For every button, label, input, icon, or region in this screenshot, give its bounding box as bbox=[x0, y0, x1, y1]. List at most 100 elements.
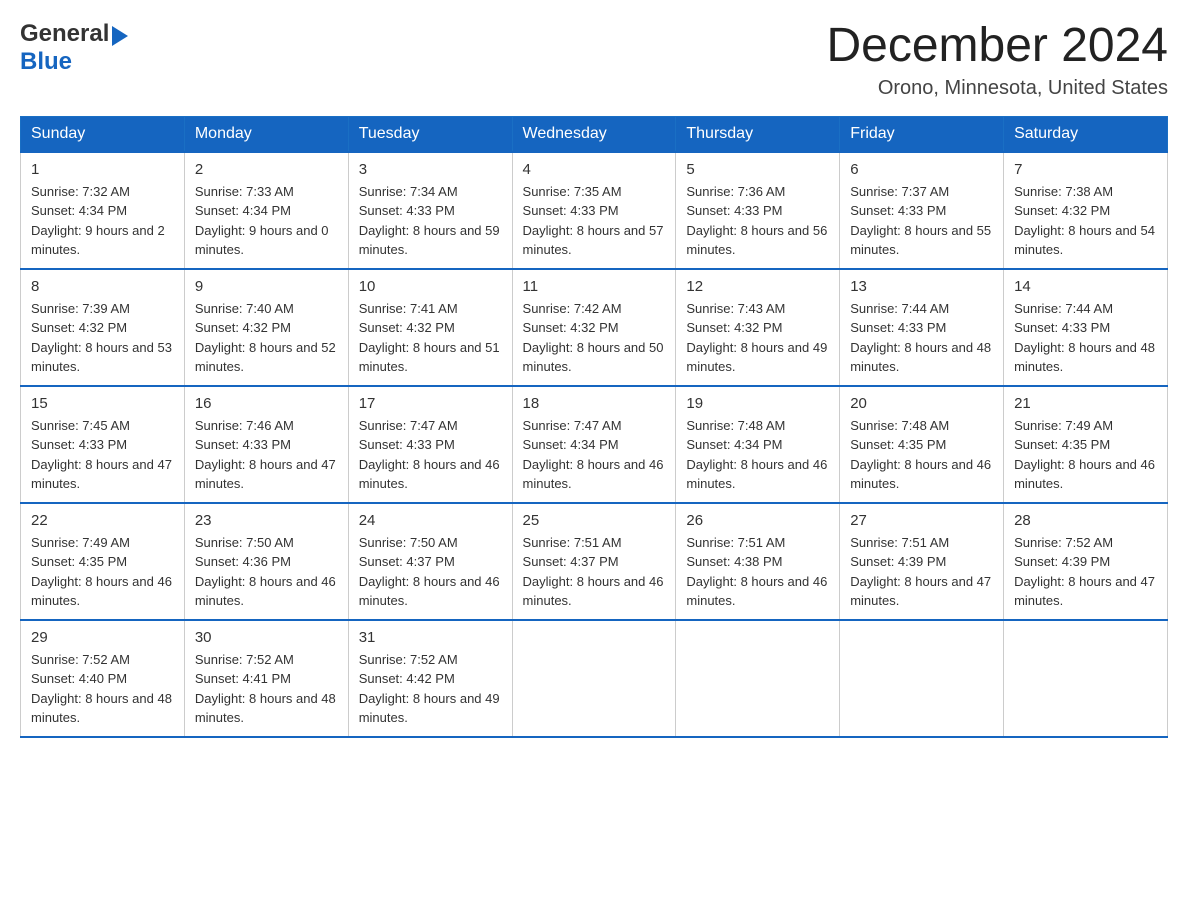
calendar-cell: 31 Sunrise: 7:52 AMSunset: 4:42 PMDayligh… bbox=[348, 620, 512, 737]
calendar-cell: 5 Sunrise: 7:36 AMSunset: 4:33 PMDaylight… bbox=[676, 152, 840, 269]
day-info: Sunrise: 7:46 AMSunset: 4:33 PMDaylight:… bbox=[195, 416, 338, 494]
day-info: Sunrise: 7:41 AMSunset: 4:32 PMDaylight:… bbox=[359, 299, 502, 377]
day-number: 28 bbox=[1014, 512, 1157, 529]
day-info: Sunrise: 7:48 AMSunset: 4:35 PMDaylight:… bbox=[850, 416, 993, 494]
day-number: 19 bbox=[686, 395, 829, 412]
day-info: Sunrise: 7:32 AMSunset: 4:34 PMDaylight:… bbox=[31, 182, 174, 260]
calendar-cell: 23 Sunrise: 7:50 AMSunset: 4:36 PMDayligh… bbox=[184, 503, 348, 620]
day-number: 20 bbox=[850, 395, 993, 412]
day-info: Sunrise: 7:43 AMSunset: 4:32 PMDaylight:… bbox=[686, 299, 829, 377]
calendar-cell: 13 Sunrise: 7:44 AMSunset: 4:33 PMDayligh… bbox=[840, 269, 1004, 386]
calendar-cell: 28Sunrise: 7:52 AMSunset: 4:39 PMDayligh… bbox=[1004, 503, 1168, 620]
calendar-header-row: Sunday Monday Tuesday Wednesday Thursday… bbox=[21, 116, 1168, 152]
day-info: Sunrise: 7:49 AMSunset: 4:35 PMDaylight:… bbox=[31, 533, 174, 611]
day-info: Sunrise: 7:50 AMSunset: 4:37 PMDaylight:… bbox=[359, 533, 502, 611]
day-number: 26 bbox=[686, 512, 829, 529]
day-number: 15 bbox=[31, 395, 174, 412]
day-number: 24 bbox=[359, 512, 502, 529]
calendar-cell: 15 Sunrise: 7:45 AMSunset: 4:33 PMDayligh… bbox=[21, 386, 185, 503]
calendar-cell: 10 Sunrise: 7:41 AMSunset: 4:32 PMDayligh… bbox=[348, 269, 512, 386]
calendar-cell: 27Sunrise: 7:51 AMSunset: 4:39 PMDayligh… bbox=[840, 503, 1004, 620]
day-info: Sunrise: 7:44 AMSunset: 4:33 PMDaylight:… bbox=[1014, 299, 1157, 377]
calendar-cell: 30 Sunrise: 7:52 AMSunset: 4:41 PMDayligh… bbox=[184, 620, 348, 737]
calendar-cell: 24 Sunrise: 7:50 AMSunset: 4:37 PMDayligh… bbox=[348, 503, 512, 620]
calendar-cell: 26 Sunrise: 7:51 AMSunset: 4:38 PMDayligh… bbox=[676, 503, 840, 620]
day-number: 6 bbox=[850, 161, 993, 178]
day-number: 11 bbox=[523, 278, 666, 295]
calendar-cell bbox=[676, 620, 840, 737]
calendar-cell: 1 Sunrise: 7:32 AMSunset: 4:34 PMDaylight… bbox=[21, 152, 185, 269]
day-info: Sunrise: 7:48 AMSunset: 4:34 PMDaylight:… bbox=[686, 416, 829, 494]
day-number: 10 bbox=[359, 278, 502, 295]
calendar-cell: 17 Sunrise: 7:47 AMSunset: 4:33 PMDayligh… bbox=[348, 386, 512, 503]
day-info: Sunrise: 7:50 AMSunset: 4:36 PMDaylight:… bbox=[195, 533, 338, 611]
calendar-cell: 11 Sunrise: 7:42 AMSunset: 4:32 PMDayligh… bbox=[512, 269, 676, 386]
day-number: 29 bbox=[31, 629, 174, 646]
logo: General Blue bbox=[20, 20, 131, 76]
day-number: 5 bbox=[686, 161, 829, 178]
day-number: 8 bbox=[31, 278, 174, 295]
day-number: 22 bbox=[31, 512, 174, 529]
calendar-cell bbox=[1004, 620, 1168, 737]
calendar-week-row: 15 Sunrise: 7:45 AMSunset: 4:33 PMDayligh… bbox=[21, 386, 1168, 503]
day-info: Sunrise: 7:37 AMSunset: 4:33 PMDaylight:… bbox=[850, 182, 993, 260]
day-number: 12 bbox=[686, 278, 829, 295]
page-header: General Blue December 2024 Orono, Minnes… bbox=[20, 20, 1168, 100]
day-number: 9 bbox=[195, 278, 338, 295]
title-section: December 2024 Orono, Minnesota, United S… bbox=[826, 20, 1168, 100]
calendar-cell: 7 Sunrise: 7:38 AMSunset: 4:32 PMDaylight… bbox=[1004, 152, 1168, 269]
header-saturday: Saturday bbox=[1004, 116, 1168, 152]
day-info: Sunrise: 7:51 AMSunset: 4:37 PMDaylight:… bbox=[523, 533, 666, 611]
day-number: 1 bbox=[31, 161, 174, 178]
day-info: Sunrise: 7:33 AMSunset: 4:34 PMDaylight:… bbox=[195, 182, 338, 260]
calendar-week-row: 1 Sunrise: 7:32 AMSunset: 4:34 PMDaylight… bbox=[21, 152, 1168, 269]
logo-blue-text: Blue bbox=[20, 48, 72, 75]
day-info: Sunrise: 7:52 AMSunset: 4:42 PMDaylight:… bbox=[359, 650, 502, 728]
calendar-cell bbox=[512, 620, 676, 737]
day-number: 7 bbox=[1014, 161, 1157, 178]
calendar-cell: 14 Sunrise: 7:44 AMSunset: 4:33 PMDayligh… bbox=[1004, 269, 1168, 386]
calendar-cell: 9 Sunrise: 7:40 AMSunset: 4:32 PMDaylight… bbox=[184, 269, 348, 386]
day-info: Sunrise: 7:38 AMSunset: 4:32 PMDaylight:… bbox=[1014, 182, 1157, 260]
location-subtitle: Orono, Minnesota, United States bbox=[826, 77, 1168, 100]
day-info: Sunrise: 7:49 AMSunset: 4:35 PMDaylight:… bbox=[1014, 416, 1157, 494]
day-info: Sunrise: 7:40 AMSunset: 4:32 PMDaylight:… bbox=[195, 299, 338, 377]
day-info: Sunrise: 7:45 AMSunset: 4:33 PMDaylight:… bbox=[31, 416, 174, 494]
day-info: Sunrise: 7:44 AMSunset: 4:33 PMDaylight:… bbox=[850, 299, 993, 377]
calendar-cell: 22 Sunrise: 7:49 AMSunset: 4:35 PMDayligh… bbox=[21, 503, 185, 620]
calendar-cell: 12 Sunrise: 7:43 AMSunset: 4:32 PMDayligh… bbox=[676, 269, 840, 386]
logo-general-text: General bbox=[20, 20, 109, 48]
day-number: 13 bbox=[850, 278, 993, 295]
calendar-cell: 2 Sunrise: 7:33 AMSunset: 4:34 PMDaylight… bbox=[184, 152, 348, 269]
day-info: Sunrise: 7:42 AMSunset: 4:32 PMDaylight:… bbox=[523, 299, 666, 377]
calendar-week-row: 8Sunrise: 7:39 AMSunset: 4:32 PMDaylight… bbox=[21, 269, 1168, 386]
day-number: 30 bbox=[195, 629, 338, 646]
day-info: Sunrise: 7:52 AMSunset: 4:41 PMDaylight:… bbox=[195, 650, 338, 728]
day-number: 17 bbox=[359, 395, 502, 412]
day-number: 31 bbox=[359, 629, 502, 646]
day-number: 3 bbox=[359, 161, 502, 178]
header-friday: Friday bbox=[840, 116, 1004, 152]
day-number: 27 bbox=[850, 512, 993, 529]
calendar-cell: 4Sunrise: 7:35 AMSunset: 4:33 PMDaylight… bbox=[512, 152, 676, 269]
day-number: 16 bbox=[195, 395, 338, 412]
header-wednesday: Wednesday bbox=[512, 116, 676, 152]
calendar-cell: 3 Sunrise: 7:34 AMSunset: 4:33 PMDaylight… bbox=[348, 152, 512, 269]
day-number: 2 bbox=[195, 161, 338, 178]
day-info: Sunrise: 7:36 AMSunset: 4:33 PMDaylight:… bbox=[686, 182, 829, 260]
calendar-cell: 21Sunrise: 7:49 AMSunset: 4:35 PMDayligh… bbox=[1004, 386, 1168, 503]
day-number: 14 bbox=[1014, 278, 1157, 295]
header-thursday: Thursday bbox=[676, 116, 840, 152]
day-number: 25 bbox=[523, 512, 666, 529]
day-info: Sunrise: 7:35 AMSunset: 4:33 PMDaylight:… bbox=[523, 182, 666, 260]
logo-triangle-icon bbox=[112, 26, 128, 46]
header-sunday: Sunday bbox=[21, 116, 185, 152]
day-info: Sunrise: 7:51 AMSunset: 4:38 PMDaylight:… bbox=[686, 533, 829, 611]
day-info: Sunrise: 7:34 AMSunset: 4:33 PMDaylight:… bbox=[359, 182, 502, 260]
calendar-cell: 25 Sunrise: 7:51 AMSunset: 4:37 PMDayligh… bbox=[512, 503, 676, 620]
day-info: Sunrise: 7:47 AMSunset: 4:34 PMDaylight:… bbox=[523, 416, 666, 494]
day-info: Sunrise: 7:47 AMSunset: 4:33 PMDaylight:… bbox=[359, 416, 502, 494]
header-monday: Monday bbox=[184, 116, 348, 152]
day-number: 23 bbox=[195, 512, 338, 529]
calendar-cell: 16 Sunrise: 7:46 AMSunset: 4:33 PMDayligh… bbox=[184, 386, 348, 503]
